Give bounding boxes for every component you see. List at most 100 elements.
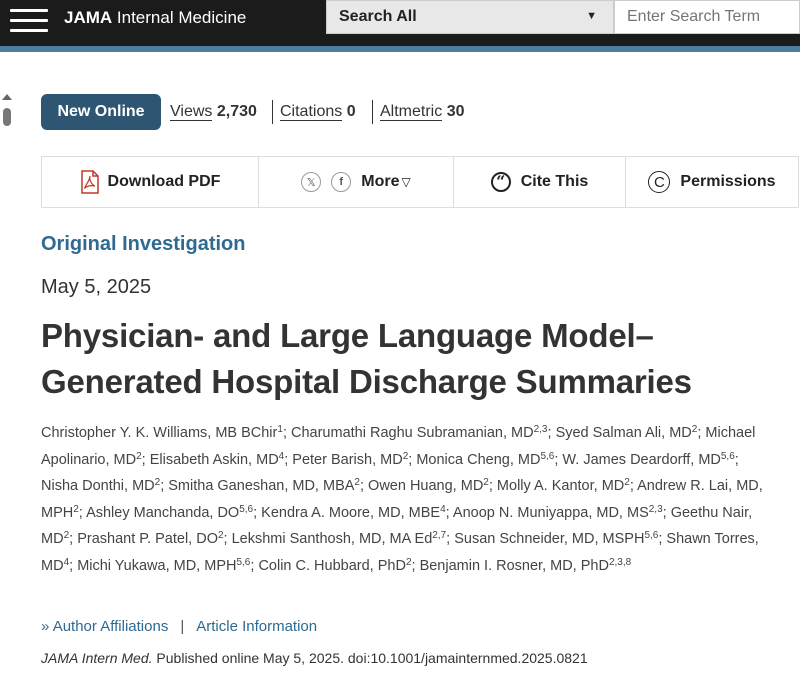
- metric-divider: [272, 100, 273, 124]
- top-navigation-bar: JAMA Internal Medicine Search All ▼: [0, 0, 800, 46]
- pdf-file-icon: [80, 170, 99, 194]
- more-label: More: [361, 173, 400, 190]
- affiliation-number[interactable]: 2: [218, 530, 224, 541]
- affiliation-number[interactable]: 2: [483, 477, 489, 488]
- affiliation-number[interactable]: 2: [354, 477, 360, 488]
- author-name[interactable]: Susan Schneider, MD, MSPH: [454, 531, 644, 547]
- affiliation-number[interactable]: 5,6: [239, 504, 253, 515]
- author-name[interactable]: Peter Barish, MD: [292, 452, 402, 468]
- affiliation-number[interactable]: 2: [73, 504, 79, 515]
- article-category[interactable]: Original Investigation: [41, 233, 245, 256]
- author-entry: Peter Barish, MD2: [292, 451, 409, 468]
- author-name[interactable]: Owen Huang, MD: [368, 478, 483, 494]
- search-scope-label: Search All: [339, 8, 417, 25]
- affiliation-number[interactable]: 2: [624, 477, 630, 488]
- affiliation-number[interactable]: 2,3,8: [609, 557, 631, 568]
- affiliation-number[interactable]: 5,6: [540, 451, 554, 462]
- affiliation-number[interactable]: 4: [64, 557, 70, 568]
- more-share-button[interactable]: More ▽: [361, 173, 410, 191]
- author-name[interactable]: Charumathi Raghu Subramanian, MD: [291, 425, 534, 441]
- affiliation-number[interactable]: 2: [406, 557, 412, 568]
- author-entry: Christopher Y. K. Williams, MB BChir1: [41, 424, 283, 442]
- cite-this-button[interactable]: “ Cite This: [454, 157, 626, 207]
- affiliation-number[interactable]: 4: [279, 451, 285, 462]
- affiliation-number[interactable]: 2,7: [432, 530, 446, 541]
- article-information-link[interactable]: Article Information: [196, 618, 317, 635]
- link-separator: |: [180, 618, 185, 635]
- author-entry: Susan Schneider, MD, MSPH5,6: [454, 530, 658, 548]
- altmetric-metric[interactable]: Altmetric 30: [380, 103, 464, 121]
- author-entry: Colin C. Hubbard, PhD2: [258, 557, 412, 574]
- author-name[interactable]: Syed Salman Ali, MD: [556, 425, 692, 441]
- search-input[interactable]: [614, 0, 800, 34]
- article-links: » Author Affiliations | Article Informatio…: [41, 618, 317, 635]
- author-name[interactable]: Michi Yukawa, MD, MPH: [77, 558, 236, 574]
- affiliation-number[interactable]: 5,6: [721, 451, 735, 462]
- affiliation-number[interactable]: 1: [277, 424, 283, 435]
- journal-logo[interactable]: JAMA Internal Medicine: [64, 8, 246, 28]
- triangle-down-icon: ▽: [401, 175, 411, 189]
- author-name[interactable]: Anoop N. Muniyappa, MD, MS: [453, 505, 649, 521]
- cite-this-label: Cite This: [520, 173, 589, 190]
- affiliation-number[interactable]: 2: [155, 477, 161, 488]
- author-name[interactable]: Kendra A. Moore, MD, MBE: [261, 505, 440, 521]
- citation-journal: JAMA Intern Med.: [41, 650, 153, 666]
- author-affiliations-link[interactable]: » Author Affiliations: [41, 618, 168, 635]
- views-label: Views: [170, 103, 213, 121]
- affiliation-number[interactable]: 2,3: [534, 424, 548, 435]
- author-name[interactable]: Monica Cheng, MD: [416, 452, 540, 468]
- dropdown-caret-icon: ▼: [586, 10, 597, 22]
- scroll-thumb[interactable]: [3, 108, 11, 126]
- citations-label: Citations: [280, 103, 343, 121]
- publication-date: May 5, 2025: [41, 276, 152, 298]
- views-value: 2,730: [216, 103, 257, 120]
- author-entry: Nisha Donthi, MD2: [41, 477, 161, 495]
- author-entry: Lekshmi Santhosh, MD, MA Ed2,7: [232, 530, 447, 548]
- download-pdf-button[interactable]: Download PDF: [42, 157, 259, 207]
- author-entry: Charumathi Raghu Subramanian, MD2,3: [291, 424, 548, 442]
- author-name[interactable]: Christopher Y. K. Williams, MB BChir: [41, 425, 277, 441]
- author-entry: Michi Yukawa, MD, MPH5,6: [77, 557, 250, 574]
- header-accent-bar: [0, 46, 800, 52]
- author-name[interactable]: Lekshmi Santhosh, MD, MA Ed: [232, 531, 433, 547]
- author-entry: Benjamin I. Rosner, MD, PhD2,3,8: [420, 557, 632, 574]
- author-name[interactable]: Prashant P. Patel, DO: [77, 531, 218, 547]
- author-name[interactable]: Benjamin I. Rosner, MD, PhD: [420, 558, 609, 574]
- author-name[interactable]: Nisha Donthi, MD: [41, 478, 155, 494]
- author-list: Christopher Y. K. Williams, MB BChir1; C…: [41, 424, 763, 574]
- author-entry: Kendra A. Moore, MD, MBE4: [261, 504, 446, 521]
- views-metric[interactable]: Views 2,730: [170, 103, 257, 121]
- affiliation-number[interactable]: 4: [440, 504, 446, 515]
- affiliation-number[interactable]: 2: [692, 424, 698, 435]
- affiliation-number[interactable]: 2: [64, 530, 70, 541]
- author-entry: Anoop N. Muniyappa, MD, MS2,3: [453, 504, 663, 521]
- affiliation-number[interactable]: 2: [136, 451, 142, 462]
- author-entry: W. James Deardorff, MD5,6: [562, 451, 735, 468]
- copyright-icon: C: [648, 171, 671, 193]
- hamburger-menu-icon[interactable]: [10, 6, 50, 36]
- altmetric-value: 30: [446, 103, 465, 120]
- article-toolbar: Download PDF 𝕏 f More ▽ “ Cite This C Per…: [41, 156, 799, 208]
- citation-line: JAMA Intern Med. Published online May 5,…: [41, 650, 588, 666]
- affiliation-number[interactable]: 2: [403, 451, 409, 462]
- affiliation-number[interactable]: 5,6: [644, 530, 658, 541]
- author-name[interactable]: Elisabeth Askin, MD: [150, 452, 279, 468]
- facebook-share-icon[interactable]: f: [331, 172, 352, 192]
- author-name[interactable]: Molly A. Kantor, MD: [497, 478, 624, 494]
- author-name[interactable]: Ashley Manchanda, DO: [86, 505, 239, 521]
- permissions-label: Permissions: [680, 173, 776, 190]
- affiliation-number[interactable]: 2,3: [649, 504, 663, 515]
- scroll-up-arrow-icon[interactable]: [2, 94, 12, 100]
- x-share-icon[interactable]: 𝕏: [301, 172, 322, 192]
- author-name[interactable]: W. James Deardorff, MD: [562, 452, 720, 468]
- permissions-button[interactable]: C Permissions: [626, 157, 798, 207]
- search-scope-dropdown[interactable]: Search All ▼: [326, 0, 614, 34]
- scrollbar[interactable]: [0, 90, 14, 130]
- author-name[interactable]: Colin C. Hubbard, PhD: [258, 558, 406, 574]
- citations-metric[interactable]: Citations 0: [280, 103, 356, 121]
- affiliation-number[interactable]: 5,6: [236, 557, 250, 568]
- author-entry: Monica Cheng, MD5,6: [416, 451, 554, 468]
- share-group: 𝕏 f More ▽: [259, 157, 454, 207]
- author-name[interactable]: Smitha Ganeshan, MD, MBA: [168, 478, 354, 494]
- citation-text: Published online May 5, 2025. doi:10.100…: [152, 650, 588, 666]
